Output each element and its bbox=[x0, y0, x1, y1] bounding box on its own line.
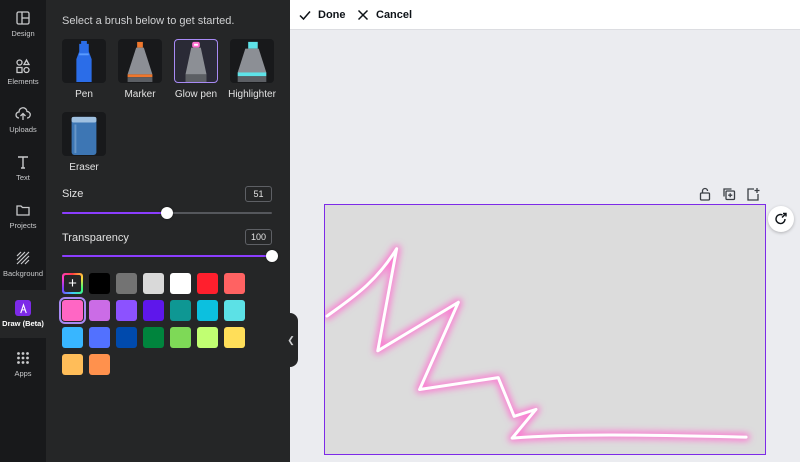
marker-icon bbox=[118, 39, 162, 83]
brush-pen[interactable]: Pen bbox=[62, 39, 106, 100]
color-swatch[interactable] bbox=[62, 327, 83, 348]
size-label: Size bbox=[62, 188, 84, 200]
color-swatch[interactable] bbox=[224, 327, 245, 348]
rail-item-draw[interactable]: Draw (Beta) bbox=[0, 290, 46, 338]
duplicate-icon[interactable] bbox=[722, 187, 736, 201]
color-swatch[interactable] bbox=[143, 327, 164, 348]
brush-label: Pen bbox=[75, 89, 93, 100]
done-label: Done bbox=[318, 9, 346, 21]
rail-item-elements[interactable]: Elements bbox=[0, 48, 46, 96]
color-swatch[interactable] bbox=[89, 273, 110, 294]
background-icon bbox=[16, 251, 30, 265]
collapse-panel-button[interactable]: ❮ bbox=[284, 313, 298, 367]
pen-icon bbox=[62, 39, 106, 83]
size-value-input[interactable]: 51 bbox=[245, 186, 272, 202]
rail-label: Projects bbox=[9, 221, 37, 230]
brush-label: Marker bbox=[124, 89, 156, 100]
draw-icon bbox=[15, 300, 31, 316]
elements-icon bbox=[16, 58, 31, 74]
transparency-label: Transparency bbox=[62, 232, 129, 244]
color-swatch[interactable] bbox=[170, 273, 191, 294]
brush-label: Highlighter bbox=[228, 89, 276, 100]
color-swatch[interactable] bbox=[197, 273, 218, 294]
rail-label: Uploads bbox=[9, 125, 37, 134]
done-button[interactable]: Done bbox=[299, 6, 346, 24]
lock-icon[interactable] bbox=[698, 187, 712, 201]
color-swatch[interactable] bbox=[59, 297, 86, 324]
close-icon bbox=[357, 9, 369, 21]
color-swatch[interactable] bbox=[143, 273, 164, 294]
chevron-left-icon: ❮ bbox=[287, 334, 295, 345]
color-swatch[interactable] bbox=[170, 300, 191, 321]
glow-pen-icon bbox=[174, 39, 218, 83]
color-swatch[interactable] bbox=[197, 327, 218, 348]
rail-label: Text bbox=[16, 173, 30, 182]
color-swatch[interactable] bbox=[89, 354, 110, 375]
transparency-slider[interactable] bbox=[62, 250, 278, 262]
brush-eraser[interactable]: Eraser bbox=[62, 112, 106, 173]
size-slider[interactable] bbox=[62, 207, 272, 219]
rail-item-design[interactable]: Design bbox=[0, 0, 46, 48]
glow-stroke[interactable] bbox=[325, 244, 751, 443]
rail-item-text[interactable]: Text bbox=[0, 144, 46, 192]
size-slider-knob[interactable] bbox=[161, 207, 173, 219]
color-swatch[interactable] bbox=[89, 327, 110, 348]
plus-icon: + bbox=[64, 275, 81, 292]
refresh-icon bbox=[775, 212, 787, 225]
check-icon bbox=[299, 11, 311, 21]
folder-icon bbox=[16, 205, 30, 216]
transparency-slider-knob[interactable] bbox=[266, 250, 278, 262]
highlighter-icon bbox=[230, 39, 274, 83]
upload-icon bbox=[15, 107, 31, 120]
magic-refresh-button[interactable] bbox=[768, 206, 794, 232]
rail-label: Background bbox=[2, 269, 44, 278]
color-swatch[interactable] bbox=[62, 354, 83, 375]
brush-marker[interactable]: Marker bbox=[118, 39, 162, 100]
drawing-canvas[interactable] bbox=[325, 205, 765, 454]
eraser-icon bbox=[62, 112, 106, 156]
transparency-slider-fill bbox=[62, 255, 272, 257]
color-swatch[interactable] bbox=[170, 327, 191, 348]
transparency-value-input[interactable]: 100 bbox=[245, 229, 272, 245]
rail-label: Apps bbox=[14, 369, 32, 378]
brush-highlighter[interactable]: Highlighter bbox=[228, 39, 276, 100]
rail-item-projects[interactable]: Projects bbox=[0, 192, 46, 240]
cancel-label: Cancel bbox=[376, 9, 413, 21]
color-swatch[interactable] bbox=[89, 300, 110, 321]
draw-toolbar: Done Cancel bbox=[290, 0, 800, 30]
text-icon bbox=[18, 156, 28, 169]
draw-panel: Select a brush below to get started. Pen… bbox=[46, 0, 290, 462]
brush-label: Eraser bbox=[69, 162, 99, 173]
design-icon bbox=[16, 11, 30, 25]
rail-label: Draw (Beta) bbox=[2, 319, 44, 328]
color-swatch[interactable] bbox=[116, 273, 137, 294]
color-swatch[interactable] bbox=[143, 300, 164, 321]
rail-item-apps[interactable]: Apps bbox=[0, 340, 46, 388]
color-swatch[interactable] bbox=[224, 300, 245, 321]
color-swatch[interactable] bbox=[116, 327, 137, 348]
add-page-icon[interactable] bbox=[746, 187, 760, 201]
rail-item-background[interactable]: Background bbox=[0, 240, 46, 288]
design-page[interactable] bbox=[324, 204, 766, 455]
rail-item-uploads[interactable]: Uploads bbox=[0, 96, 46, 144]
rail-label: Elements bbox=[7, 77, 39, 86]
add-color-button[interactable]: + bbox=[62, 273, 83, 294]
apps-icon bbox=[17, 352, 29, 364]
brush-glow-pen[interactable]: Glow pen bbox=[174, 39, 218, 100]
color-swatch[interactable] bbox=[197, 300, 218, 321]
brush-label: Glow pen bbox=[174, 89, 218, 100]
color-swatch[interactable] bbox=[116, 300, 137, 321]
rail-label: Design bbox=[11, 29, 35, 38]
cancel-button[interactable]: Cancel bbox=[357, 6, 412, 24]
side-rail: Design Elements Uploads Text Projects Ba… bbox=[0, 0, 46, 462]
color-swatch[interactable] bbox=[224, 273, 245, 294]
panel-intro: Select a brush below to get started. bbox=[62, 15, 235, 27]
size-slider-fill bbox=[62, 212, 167, 214]
